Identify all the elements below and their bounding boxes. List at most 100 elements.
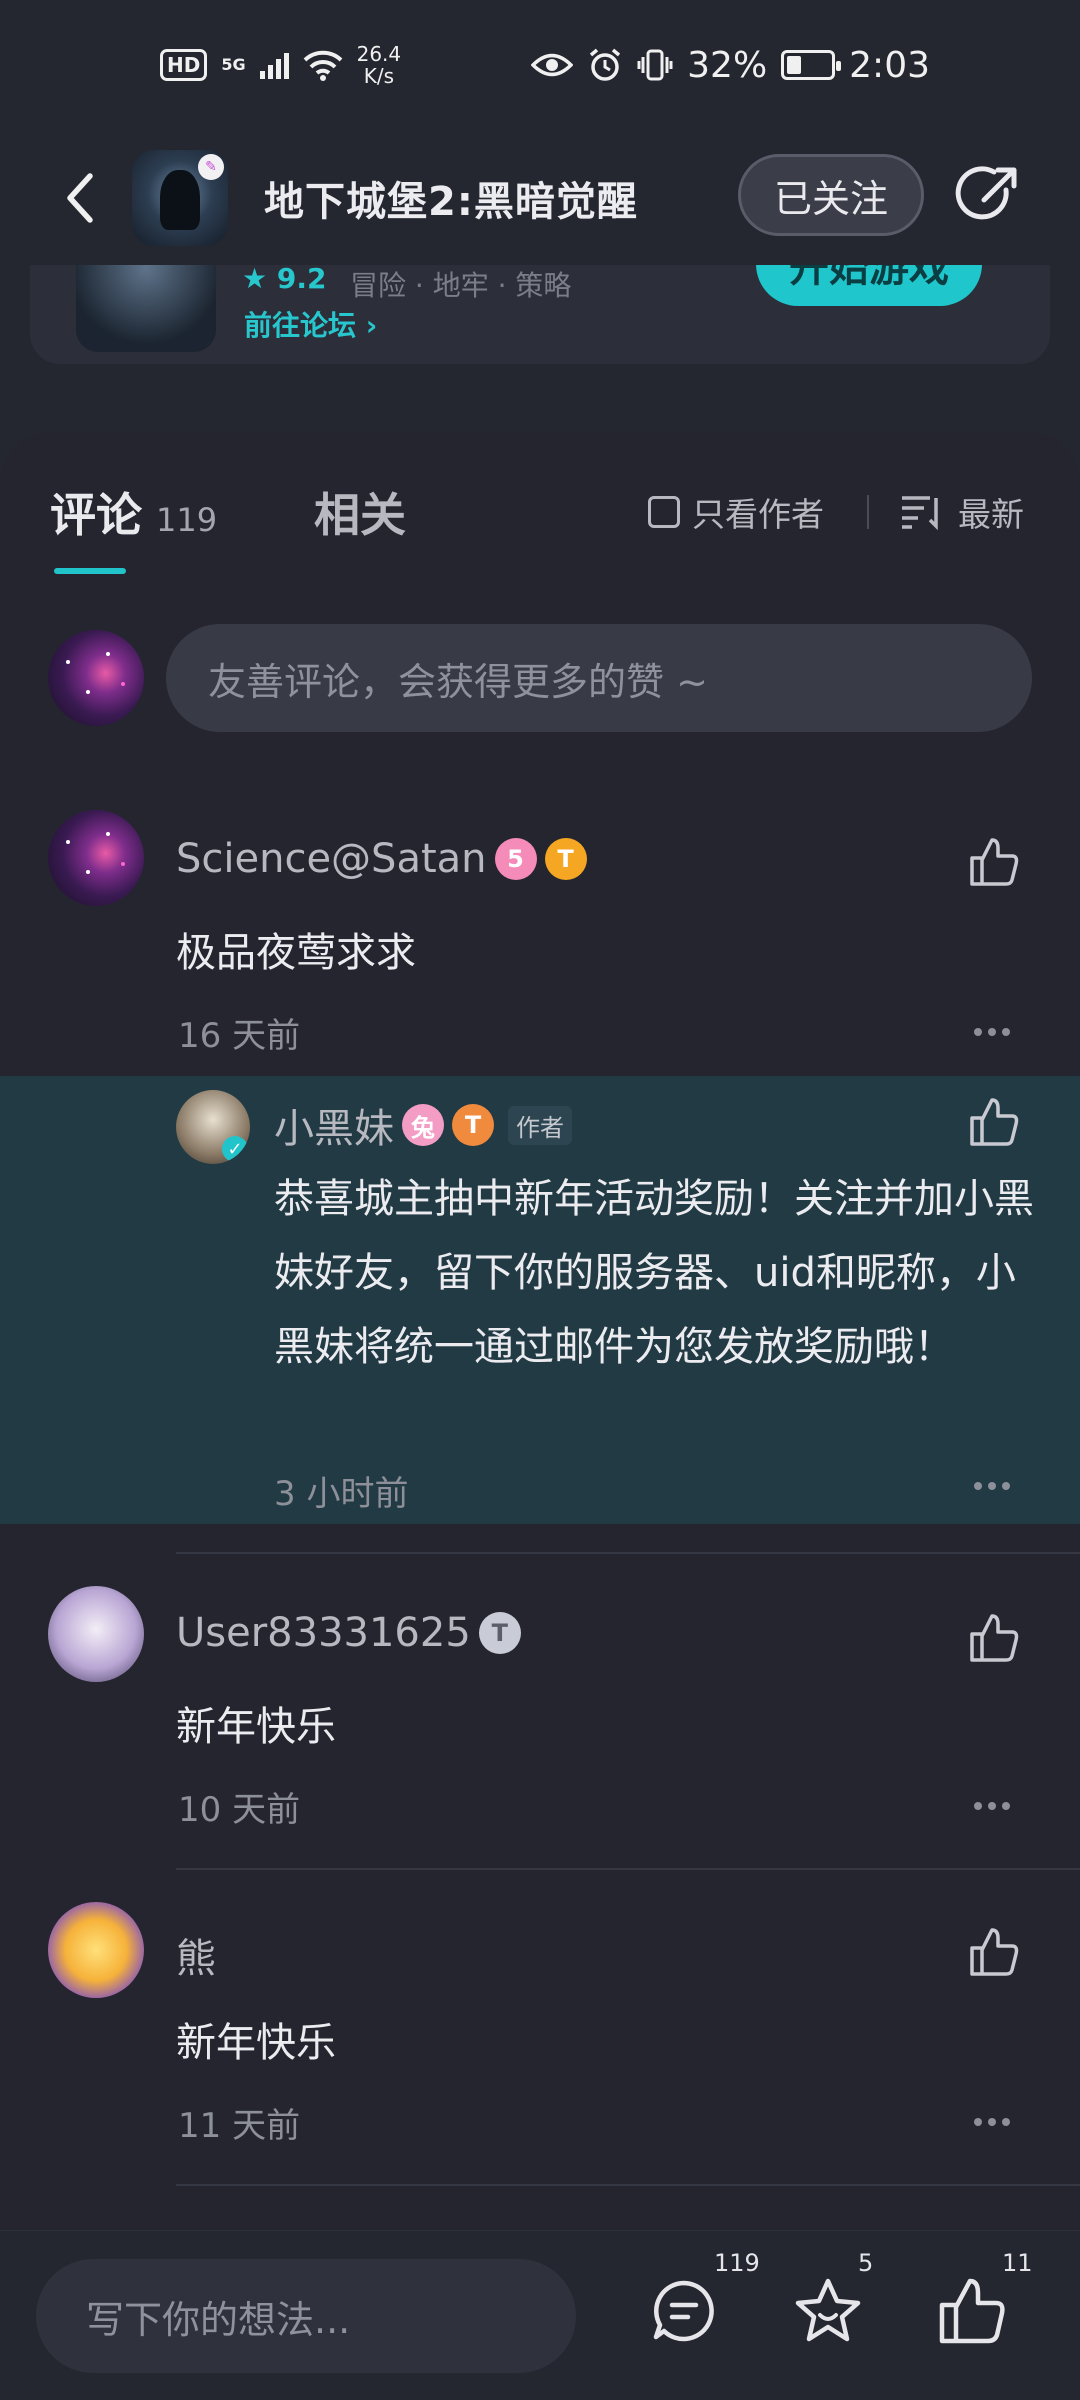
thumbs-up-icon (970, 1928, 1019, 1976)
comment-icon (653, 2280, 714, 2342)
more-options-icon[interactable] (974, 1482, 1014, 1492)
comment-input-row: 友善评论，会获得更多的赞 ~ (48, 622, 1032, 734)
comment-text: 新年快乐 (176, 2020, 336, 2066)
like-button[interactable] (966, 1924, 1022, 1980)
verified-icon: ✓ (222, 1136, 248, 1162)
favorite-button[interactable] (792, 2275, 864, 2347)
forum-link-label: 前往论坛 (244, 309, 357, 342)
like-button[interactable] (966, 834, 1022, 890)
alarm-icon (590, 48, 621, 81)
author-only-toggle[interactable]: 只看作者 (648, 488, 824, 536)
game-tags: 冒险 · 地牢 · 策略 (350, 269, 572, 302)
level-badge-icon: 5 (494, 838, 537, 880)
username-text: Science@Satan (176, 836, 487, 882)
like-count: 11 (1002, 2249, 1033, 2277)
forum-link[interactable]: 前往论坛 › (244, 304, 377, 344)
network-type: 5G (221, 55, 246, 74)
avatar[interactable] (48, 1586, 144, 1682)
game-icon[interactable]: ✎ (132, 149, 228, 246)
divider (867, 495, 869, 529)
eye-icon (531, 53, 574, 77)
tab-related[interactable]: 相关 (314, 479, 406, 545)
share-icon (955, 166, 1017, 220)
comment-input[interactable]: 友善评论，会获得更多的赞 ~ (166, 624, 1032, 732)
reply-item: ✓ 小黑妹 兔 T 作者 恭喜城主抽中新年活动奖励！关注并加小黑妹好友，留下你的… (0, 1076, 1080, 1524)
bottom-bar: 写下你的想法... 119 5 11 (0, 2230, 1080, 2400)
tab-comments-count: 119 (156, 501, 218, 539)
tab-comments[interactable]: 评论 119 (50, 479, 217, 545)
page-title: 地下城堡2:黑暗觉醒 (264, 178, 638, 225)
sort-icon (902, 496, 938, 530)
chevron-left-icon (67, 172, 93, 223)
follow-button[interactable]: 已关注 (738, 154, 924, 236)
comment-text: 新年快乐 (176, 1704, 336, 1750)
header: ✎ 地下城堡2:黑暗觉醒 已关注 (0, 130, 1080, 265)
author-tag: 作者 (508, 1105, 572, 1145)
comment-button[interactable] (648, 2275, 720, 2347)
status-bar: HD 5G 26.4 K/s 32% 2:03 (0, 0, 1080, 130)
coin-badge-icon: T (452, 1104, 494, 1146)
back-button[interactable] (40, 158, 120, 238)
reply-text: 恭喜城主抽中新年活动奖励！关注并加小黑妹好友，留下你的服务器、uid和昵称，小黑… (274, 1176, 1034, 1370)
more-options-icon[interactable] (974, 1802, 1014, 1812)
sort-button[interactable]: 最新 (900, 488, 1024, 536)
username-text: 小黑妹 (274, 1106, 394, 1152)
write-input[interactable]: 写下你的想法... (36, 2259, 576, 2373)
game-rating: ★ 9.2 (242, 262, 327, 295)
divider (176, 1868, 1080, 1870)
thumbs-up-icon (970, 1614, 1019, 1662)
battery-icon (781, 50, 842, 80)
sort-label: 最新 (958, 495, 1024, 534)
avatar[interactable] (48, 810, 144, 906)
chevron-right-icon: › (365, 309, 378, 342)
comment-username[interactable]: User83331625 T (176, 1610, 521, 1656)
star-count: 5 (858, 2249, 874, 2277)
like-post-button[interactable] (936, 2275, 1008, 2347)
comment-count: 119 (714, 2249, 760, 2277)
like-button[interactable] (966, 1094, 1022, 1150)
signal-icon (259, 51, 289, 79)
like-button[interactable] (966, 1610, 1022, 1666)
author-only-label: 只看作者 (692, 495, 824, 534)
hd-indicator: HD (160, 49, 208, 81)
vibrate-icon (637, 49, 673, 81)
ink-badge-icon: ✎ (198, 153, 224, 180)
speed-unit: K/s (363, 64, 395, 88)
rabbit-badge-icon: 兔 (402, 1104, 444, 1146)
my-avatar (48, 630, 144, 726)
divider (176, 2184, 1080, 2186)
speed-value: 26.4 (356, 42, 402, 66)
reply-username[interactable]: 小黑妹 兔 T 作者 (274, 1096, 572, 1154)
comment-time: 11 天前 (178, 2106, 301, 2146)
comment-time: 10 天前 (178, 1790, 301, 1830)
coin-badge-icon: T (478, 1612, 521, 1654)
game-card-icon (76, 252, 216, 352)
game-card[interactable]: ★ 9.2 冒险 · 地牢 · 策略 前往论坛 › 开始游戏 (30, 252, 1050, 364)
comment-username[interactable]: Science@Satan 5 T (176, 836, 587, 882)
username-text: 熊 (176, 1936, 216, 1982)
more-options-icon[interactable] (974, 1028, 1014, 1038)
comment-username[interactable]: 熊 (176, 1926, 216, 1984)
comment-time: 16 天前 (178, 1016, 301, 1056)
username-text: User83331625 (176, 1610, 471, 1656)
avatar[interactable] (48, 1902, 144, 1998)
reply-time: 3 小时前 (274, 1474, 409, 1514)
clock: 2:03 (849, 44, 930, 86)
divider (176, 1552, 1080, 1554)
thumbs-up-icon (970, 838, 1019, 886)
coin-badge-icon: T (544, 838, 587, 880)
network-speed: 26.4 K/s (357, 43, 402, 87)
share-button[interactable] (954, 160, 1024, 230)
battery-percent: 32% (687, 44, 768, 86)
more-options-icon[interactable] (974, 2118, 1014, 2128)
tab-bar: 评论 119 相关 只看作者 最新 (50, 472, 1080, 552)
avatar[interactable]: ✓ (176, 1090, 250, 1164)
thumbs-up-icon (939, 2278, 1005, 2344)
comment-text: 极品夜莺求求 (176, 930, 416, 976)
tab-indicator (54, 568, 126, 574)
star-icon (795, 2278, 861, 2342)
screen: HD 5G 26.4 K/s 32% 2:03 ✎ 地下城堡2:黑暗觉醒 已关注… (0, 0, 1080, 2400)
thumbs-up-icon (970, 1098, 1019, 1146)
wifi-icon (303, 50, 342, 81)
checkbox-icon (648, 496, 680, 528)
